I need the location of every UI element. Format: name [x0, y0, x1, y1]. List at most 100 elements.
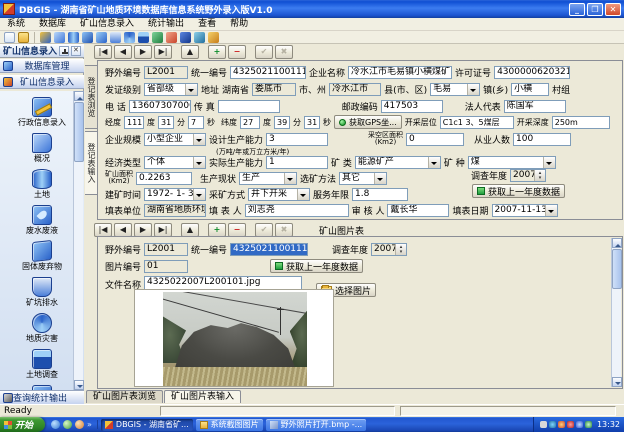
pic-nav-commit-button[interactable]: ✔ [255, 223, 273, 237]
sidebar-item-land[interactable]: 土地 [7, 169, 77, 199]
close-panel-icon[interactable] [71, 46, 81, 56]
build-time-select[interactable]: 1972- 1- 3 [144, 188, 206, 201]
scroll-down-icon[interactable] [74, 380, 84, 390]
sidebar-group-database[interactable]: 数据库管理 [0, 59, 84, 73]
tray-icon-6[interactable] [585, 421, 592, 428]
pic-nav-prev-button[interactable]: ◀ [114, 223, 132, 237]
mine-class-select[interactable]: 能源矿产 [355, 156, 441, 169]
open-folder-icon[interactable] [18, 32, 29, 43]
sidebar-group-mine-entry[interactable]: 矿山信息录入 [0, 75, 84, 89]
geo-hazard-icon[interactable] [124, 32, 135, 43]
sidebar-item-solid-waste[interactable]: 固体废弃物 [7, 241, 77, 271]
fetch-prev-year-button[interactable]: 获取上一年度数据 [472, 184, 565, 198]
nav-up-button[interactable]: ▲ [181, 45, 199, 59]
menu-stat-output[interactable]: 统计输出 [141, 18, 191, 31]
pic-nav-add-button[interactable]: + [208, 223, 226, 237]
picture-panel-scrollbar[interactable] [611, 238, 621, 387]
quicklaunch-icon-3[interactable] [75, 420, 84, 429]
beneficiation-select[interactable]: 其它 [339, 172, 387, 185]
gps-button[interactable]: 获取GPS坐... [334, 115, 402, 129]
city-input[interactable]: 娄底市 [252, 83, 296, 96]
sidebar-item-geo-hazard[interactable]: 地质灾害 [7, 313, 77, 343]
mine-kind-select[interactable]: 煤 [468, 156, 556, 169]
enterprise-name-input[interactable]: 冷水江市毛易镇小横煤矿 [348, 66, 452, 79]
sidebar-item-admin-entry[interactable]: 行政信息录入 [7, 97, 77, 127]
tab-register-browse[interactable]: 登记表浏览 [85, 65, 98, 129]
pic-nav-first-button[interactable]: |◀ [94, 223, 112, 237]
nav-delete-button[interactable]: − [228, 45, 246, 59]
land-icon[interactable] [68, 32, 79, 43]
chart-view-icon[interactable] [194, 32, 205, 43]
overview-icon[interactable] [54, 32, 65, 43]
county-input[interactable]: 冷水江市 [329, 83, 381, 96]
tab-picture-browse[interactable]: 矿山图片表浏览 [86, 390, 163, 403]
menu-system[interactable]: 系统 [0, 18, 32, 31]
pic-field-no-input[interactable]: L2001 [144, 243, 188, 256]
mine-area-input[interactable]: 0.2263 [136, 172, 192, 185]
pic-nav-delete-button[interactable]: − [228, 223, 246, 237]
taskbar-task-photo[interactable]: 野外照片打开.bmp -... [266, 419, 367, 431]
mining-layer-input[interactable]: C1c1 3、5煤层 [440, 116, 514, 129]
nav-prev-button[interactable]: ◀ [114, 45, 132, 59]
nav-cancel-button[interactable]: ✖ [275, 45, 293, 59]
pic-scroll-down-icon[interactable] [612, 377, 622, 387]
longitude-deg-input[interactable]: 111 [124, 116, 144, 129]
menu-mine-info-entry[interactable]: 矿山信息录入 [73, 18, 141, 31]
pic-nav-cancel-button[interactable]: ✖ [275, 223, 293, 237]
menu-help[interactable]: 帮助 [223, 18, 255, 31]
new-document-icon[interactable] [4, 32, 15, 43]
statistics-icon[interactable] [166, 32, 177, 43]
mining-depth-input[interactable]: 250m [552, 116, 610, 129]
fill-date-select[interactable]: 2007-11-13 [492, 204, 558, 217]
forward-icon[interactable] [208, 32, 219, 43]
quicklaunch-expand-icon[interactable]: » [87, 420, 92, 429]
cert-level-select[interactable]: 省部级 [144, 83, 198, 96]
scroll-thumb[interactable] [74, 102, 84, 162]
postcode-input[interactable]: 417503 [381, 100, 443, 113]
employees-input[interactable]: 100 [513, 133, 571, 146]
nav-last-button[interactable]: ▶| [154, 45, 172, 59]
latitude-min-input[interactable]: 39 [274, 116, 290, 129]
legal-rep-input[interactable]: 陈国军 [504, 100, 566, 113]
village-input[interactable]: 小横 [511, 83, 549, 96]
latitude-sec-input[interactable]: 31 [304, 116, 320, 129]
land-use-icon[interactable] [152, 32, 163, 43]
fax-input[interactable] [218, 100, 280, 113]
economic-type-select[interactable]: 个体 [144, 156, 206, 169]
mine-drainage-icon[interactable] [110, 32, 121, 43]
scroll-up-icon[interactable] [74, 91, 84, 101]
tab-register-input[interactable]: 登记表输入 [85, 131, 98, 195]
tray-icon-2[interactable] [549, 421, 556, 428]
maximize-button[interactable]: ❐ [587, 3, 603, 16]
town-select[interactable]: 毛易 [430, 83, 480, 96]
pic-survey-year-spinner[interactable]: 2007 [371, 243, 407, 256]
nav-first-button[interactable]: |◀ [94, 45, 112, 59]
unified-no-input[interactable]: 43250211001113 [230, 66, 306, 79]
nav-next-button[interactable]: ▶ [134, 45, 152, 59]
tray-icon-5[interactable] [576, 421, 583, 428]
phone-input[interactable]: 13607307000 [129, 100, 191, 113]
actual-capacity-input[interactable]: 1 [266, 156, 328, 169]
taskbar-task-folder[interactable]: 系统截图图片 [196, 419, 263, 431]
survey-year-spinner[interactable]: 2007 [510, 169, 546, 182]
production-status-select[interactable]: 生产 [239, 172, 297, 185]
pic-nav-up-button[interactable]: ▲ [181, 223, 199, 237]
close-button[interactable]: ✕ [605, 3, 621, 16]
goaf-area-input[interactable]: 0 [406, 133, 464, 146]
sidebar-item-overview[interactable]: 概况 [7, 133, 77, 163]
mining-method-select[interactable]: 井下开采 [248, 188, 310, 201]
fill-person-input[interactable]: 刘志尧 [245, 204, 349, 217]
sidebar-scrollbar[interactable] [73, 91, 83, 390]
license-no-input[interactable]: 4300000620321 [494, 66, 570, 79]
longitude-sec-input[interactable]: 7 [188, 116, 204, 129]
service-years-input[interactable]: 1.8 [352, 188, 408, 201]
tab-picture-input[interactable]: 矿山图片表输入 [164, 390, 241, 403]
pic-fetch-prev-year-button[interactable]: 获取上一年度数据 [270, 259, 363, 273]
land-survey-icon[interactable] [138, 32, 149, 43]
pic-scroll-up-icon[interactable] [612, 238, 622, 248]
pic-nav-next-button[interactable]: ▶ [134, 223, 152, 237]
pin-icon[interactable] [59, 46, 69, 56]
pic-no-input[interactable]: 01 [144, 260, 188, 273]
pic-nav-last-button[interactable]: ▶| [154, 223, 172, 237]
pic-unified-no-input[interactable]: 43250211001113 [230, 243, 308, 256]
